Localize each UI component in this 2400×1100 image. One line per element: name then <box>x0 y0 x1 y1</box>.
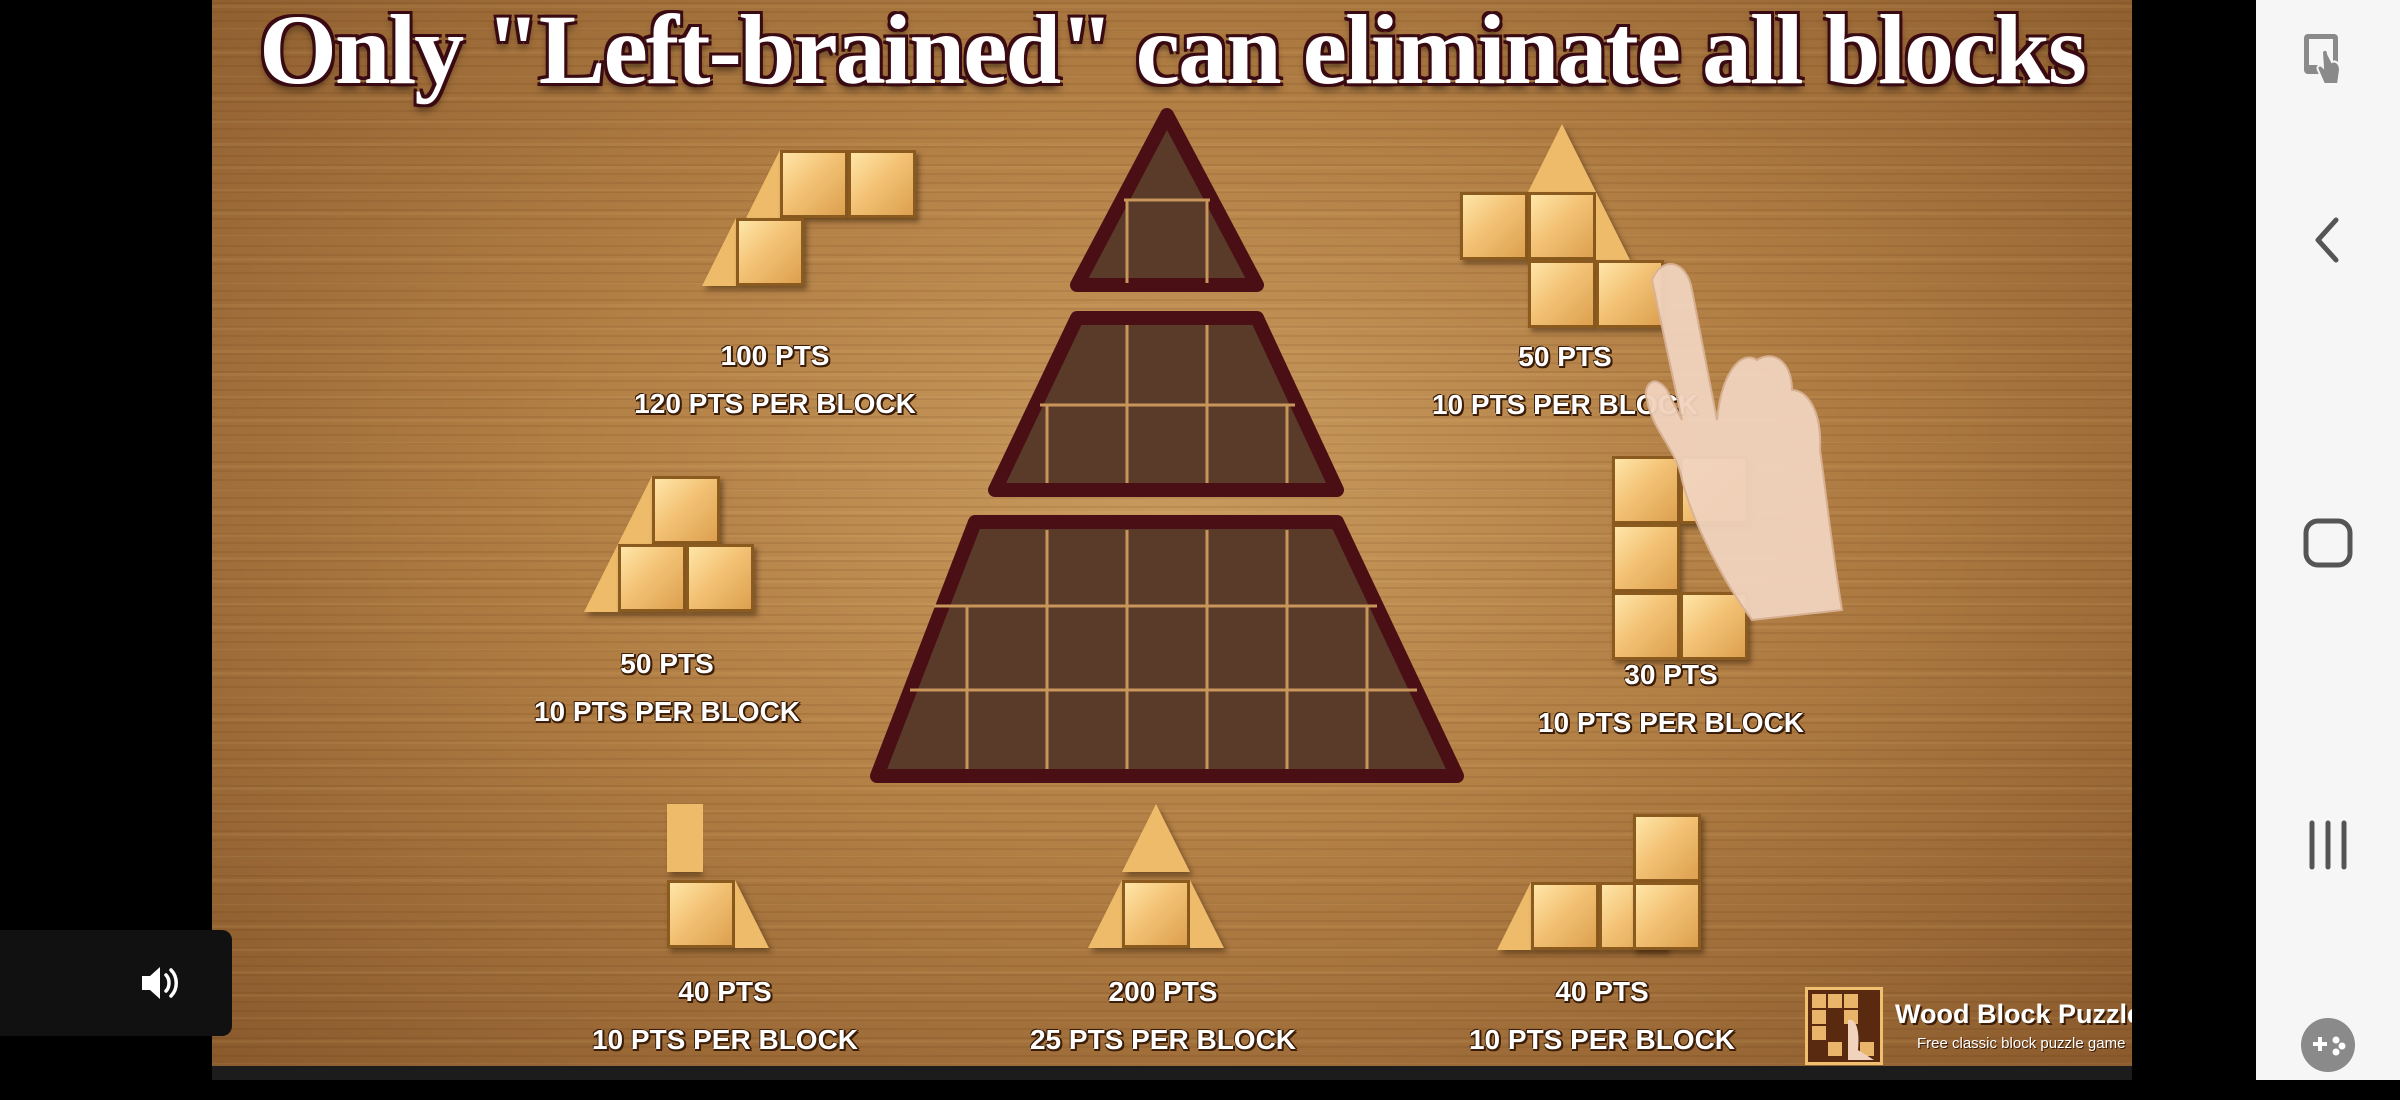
piece-per-block: 25 PTS PER BLOCK <box>1029 1024 1297 1055</box>
piece-points: 50 PTS <box>620 648 714 679</box>
block-triangle <box>702 218 736 286</box>
block-cell <box>1122 880 1190 948</box>
block-cell <box>1633 814 1701 882</box>
block-cell <box>1460 192 1528 260</box>
game-ad-video[interactable]: Only "Left-brained" can eliminate all bl… <box>212 0 2132 1066</box>
block-piece[interactable] <box>1460 124 1664 328</box>
piece-label: 100 PTS 120 PTS PER BLOCK <box>595 332 955 428</box>
block-triangle <box>746 150 780 218</box>
screen-touch-button[interactable] <box>2256 5 2400 115</box>
block-cell <box>1528 192 1596 260</box>
piece-label: 40 PTS 10 PTS PER BLOCK <box>545 968 905 1064</box>
screen-touch-icon <box>2304 34 2342 85</box>
block-triangle <box>1088 880 1122 948</box>
block-cell <box>686 544 754 612</box>
logo-subtitle: Free classic block puzzle game <box>1917 1035 2126 1052</box>
piece-points: 40 PTS <box>678 976 772 1007</box>
block-triangle <box>1528 124 1596 192</box>
back-icon <box>2315 217 2339 263</box>
block-triangle <box>735 880 769 948</box>
block-piece[interactable] <box>1088 804 1238 954</box>
block-cell <box>618 544 686 612</box>
block-triangle <box>1190 880 1224 948</box>
piece-label: 50 PTS 10 PTS PER BLOCK <box>487 640 847 736</box>
block-cell <box>780 150 848 218</box>
block-cell <box>667 804 703 872</box>
home-button[interactable] <box>2256 488 2400 598</box>
block-triangle <box>1596 192 1630 260</box>
speaker-icon <box>142 967 178 999</box>
wood-block-logo-icon <box>1805 987 1883 1065</box>
navigation-bar <box>2256 0 2400 1080</box>
block-cell <box>1528 260 1596 328</box>
back-button[interactable] <box>2256 185 2400 295</box>
home-icon <box>2303 518 2353 568</box>
block-piece[interactable] <box>584 476 784 626</box>
block-cell <box>667 880 735 948</box>
sound-toggle-button[interactable] <box>0 930 232 1036</box>
logo-title: Wood Block Puzzle <box>1895 999 2132 1029</box>
piece-per-block: 120 PTS PER BLOCK <box>634 388 916 419</box>
app-logo[interactable]: Wood Block Puzzle Free classic block puz… <box>1805 987 2132 1066</box>
piece-per-block: 10 PTS PER BLOCK <box>1537 707 1805 738</box>
piece-label: 40 PTS 10 PTS PER BLOCK <box>1422 968 1782 1064</box>
block-triangle <box>1497 882 1531 950</box>
piece-label: 200 PTS 25 PTS PER BLOCK <box>983 968 1343 1064</box>
block-cell <box>652 476 720 544</box>
block-piece[interactable] <box>702 150 916 300</box>
block-triangle <box>618 476 652 544</box>
game-controller-icon <box>2301 1018 2355 1072</box>
piece-per-block: 10 PTS PER BLOCK <box>533 696 801 727</box>
piece-points: 40 PTS <box>1555 976 1649 1007</box>
block-cell <box>736 218 804 286</box>
piece-points: 200 PTS <box>1108 976 1218 1007</box>
block-cell <box>1531 882 1599 950</box>
recents-button[interactable] <box>2256 790 2400 900</box>
piece-per-block: 10 PTS PER BLOCK <box>591 1024 859 1055</box>
piece-per-block: 10 PTS PER BLOCK <box>1468 1024 1736 1055</box>
piece-points: 30 PTS <box>1624 659 1718 690</box>
video-progress-bar <box>212 1066 2132 1080</box>
recents-icon <box>2309 820 2347 870</box>
block-piece[interactable] <box>1497 814 1717 964</box>
game-tools-button[interactable] <box>2256 990 2400 1100</box>
piece-label: 30 PTS 10 PTS PER BLOCK <box>1491 651 1851 747</box>
block-piece[interactable] <box>667 804 817 954</box>
piece-points: 100 PTS <box>720 340 830 371</box>
block-triangle <box>584 544 618 612</box>
block-cell <box>1633 882 1701 950</box>
block-cell <box>848 150 916 218</box>
pointing-hand-image <box>1644 263 1844 622</box>
block-triangle <box>1122 804 1190 872</box>
